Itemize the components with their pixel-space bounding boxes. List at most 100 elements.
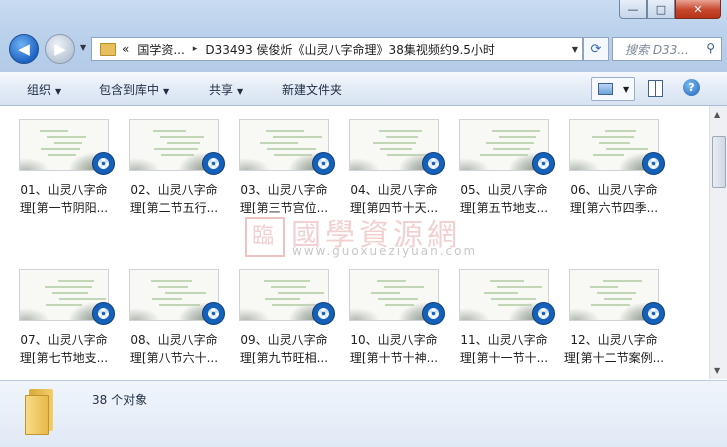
file-item[interactable]: 05、山灵八字命 理[第五节地支... [456, 110, 560, 215]
chevron-down-icon: ▼ [237, 87, 244, 96]
file-name-line2: 理[第九节旺相... [239, 351, 329, 365]
window-controls: — □ ✕ [619, 0, 721, 19]
video-file-icon [92, 152, 115, 175]
breadcrumb-segment-2[interactable]: D33493 侯俊炘《山灵八字命理》38集视频约9.5小时 [205, 41, 495, 58]
folder-icon [100, 42, 116, 56]
file-item[interactable]: 09、山灵八字命 理[第九节旺相... [236, 260, 340, 365]
file-name: 02、山灵八字命 理[第二节五行... [122, 181, 226, 217]
video-file-icon [642, 302, 665, 325]
file-name-line2: 理[第十一节十... [459, 351, 549, 365]
file-name-line2: 理[第五节地支... [459, 201, 549, 215]
file-name: 09、山灵八字命 理[第九节旺相... [232, 331, 336, 367]
back-icon: ◀ [18, 40, 30, 58]
file-name-line1: 10、山灵八字命 [350, 333, 438, 347]
file-name-line2: 理[第八节六十... [129, 351, 219, 365]
watermark-url: www.guoxueziyuan.com [292, 244, 478, 258]
item-count: 38 个对象 [92, 393, 148, 407]
file-item[interactable]: 04、山灵八字命 理[第四节十天... [346, 110, 450, 215]
search-placeholder: 搜索 D33... [625, 42, 689, 57]
file-name-line1: 11、山灵八字命 [460, 333, 548, 347]
chevron-down-icon: ▼ [163, 87, 170, 96]
file-name-line1: 05、山灵八字命 [460, 183, 548, 197]
address-dropdown-icon[interactable]: ▼ [572, 45, 578, 54]
file-name-line2: 理[第七节地支... [19, 351, 109, 365]
file-name-line1: 03、山灵八字命 [240, 183, 328, 197]
folder-icon [25, 389, 59, 435]
file-name-line2: 理[第二节五行... [129, 201, 219, 215]
minimize-button[interactable]: — [619, 0, 647, 19]
video-file-icon [532, 152, 555, 175]
refresh-icon: ⟳ [590, 41, 602, 57]
organize-label: 组织 [27, 83, 52, 97]
preview-pane-button[interactable] [648, 80, 663, 97]
address-bar[interactable]: « 国学资... ▸ D33493 侯俊炘《山灵八字命理》38集视频约9.5小时… [91, 37, 583, 61]
recent-pages-dropdown[interactable]: ▼ [80, 43, 86, 52]
search-input[interactable]: 搜索 D33... ⚲ [612, 37, 722, 61]
file-item[interactable]: 01、山灵八字命 理[第一节阴阳... [16, 110, 120, 215]
breadcrumb-overflow[interactable]: « [122, 42, 129, 56]
file-item[interactable]: 07、山灵八字命 理[第七节地支... [16, 260, 120, 365]
forward-icon: ▶ [54, 40, 66, 58]
file-name-line2: 理[第六节四季... [569, 201, 659, 215]
search-icon: ⚲ [706, 41, 715, 55]
breadcrumb-separator[interactable]: ▸ [193, 44, 198, 54]
refresh-button[interactable]: ⟳ [583, 37, 609, 61]
forward-button[interactable]: ▶ [45, 34, 75, 64]
file-name-line1: 08、山灵八字命 [130, 333, 218, 347]
file-item[interactable]: 08、山灵八字命 理[第八节六十... [126, 260, 230, 365]
file-name-line1: 04、山灵八字命 [350, 183, 438, 197]
file-name-line1: 09、山灵八字命 [240, 333, 328, 347]
video-file-icon [202, 152, 225, 175]
file-name: 07、山灵八字命 理[第七节地支... [12, 331, 116, 367]
vertical-scrollbar[interactable]: ▲ ▼ [709, 106, 727, 379]
file-name-line2: 理[第十节十神... [349, 351, 439, 365]
file-name: 05、山灵八字命 理[第五节地支... [452, 181, 556, 217]
file-item[interactable]: 11、山灵八字命 理[第十一节十... [456, 260, 560, 365]
file-name: 08、山灵八字命 理[第八节六十... [122, 331, 226, 367]
details-pane: 38 个对象 [0, 380, 727, 447]
breadcrumb-segment-1[interactable]: 国学资... [137, 41, 184, 58]
new-folder-button[interactable]: 新建文件夹 [282, 81, 342, 98]
scroll-down-icon[interactable]: ▼ [714, 366, 720, 375]
file-name-line1: 12、山灵八字命 [570, 333, 658, 347]
help-button[interactable]: ? [683, 79, 700, 96]
share-label: 共享 [209, 83, 234, 97]
scroll-up-icon[interactable]: ▲ [714, 110, 720, 119]
file-item[interactable]: 03、山灵八字命 理[第三节宫位... [236, 110, 340, 215]
file-name: 01、山灵八字命 理[第一节阴阳... [12, 181, 116, 217]
video-file-icon [422, 152, 445, 175]
file-name: 12、山灵八字命 理[第十二节案例... [562, 331, 666, 367]
new-folder-label: 新建文件夹 [282, 83, 343, 97]
file-item[interactable]: 02、山灵八字命 理[第二节五行... [126, 110, 230, 215]
file-name-line2: 理[第一节阴阳... [19, 201, 109, 215]
watermark-seal: 臨 [245, 217, 285, 257]
file-item[interactable]: 06、山灵八字命 理[第六节四季... [566, 110, 670, 215]
video-file-icon [642, 152, 665, 175]
file-item[interactable]: 10、山灵八字命 理[第十节十神... [346, 260, 450, 365]
video-file-icon [532, 302, 555, 325]
back-button[interactable]: ◀ [9, 34, 39, 64]
file-name: 06、山灵八字命 理[第六节四季... [562, 181, 666, 217]
file-item[interactable]: 12、山灵八字命 理[第十二节案例... [564, 260, 670, 365]
chevron-down-icon: ▼ [623, 84, 630, 94]
title-bar: — □ ✕ ◀ ▶ ▼ « 国学资... ▸ D33493 侯俊炘《山灵八字命理… [0, 0, 727, 72]
organize-menu[interactable]: 组织 ▼ [27, 81, 61, 98]
file-name: 11、山灵八字命 理[第十一节十... [452, 331, 556, 367]
file-name-line1: 06、山灵八字命 [570, 183, 658, 197]
video-file-icon [92, 302, 115, 325]
video-file-icon [202, 302, 225, 325]
file-name-line1: 02、山灵八字命 [130, 183, 218, 197]
maximize-button[interactable]: □ [647, 0, 675, 19]
video-file-icon [422, 302, 445, 325]
close-button[interactable]: ✕ [675, 0, 721, 19]
file-name-line1: 07、山灵八字命 [20, 333, 108, 347]
chevron-down-icon: ▼ [55, 87, 62, 96]
scrollbar-thumb[interactable] [712, 136, 726, 188]
file-name-line1: 01、山灵八字命 [20, 183, 108, 197]
share-menu[interactable]: 共享 ▼ [209, 81, 243, 98]
file-name: 10、山灵八字命 理[第十节十神... [342, 331, 446, 367]
video-file-icon [312, 152, 335, 175]
include-library-menu[interactable]: 包含到库中 ▼ [99, 81, 169, 98]
video-file-icon [312, 302, 335, 325]
change-view-button[interactable]: ▼ [591, 77, 635, 101]
